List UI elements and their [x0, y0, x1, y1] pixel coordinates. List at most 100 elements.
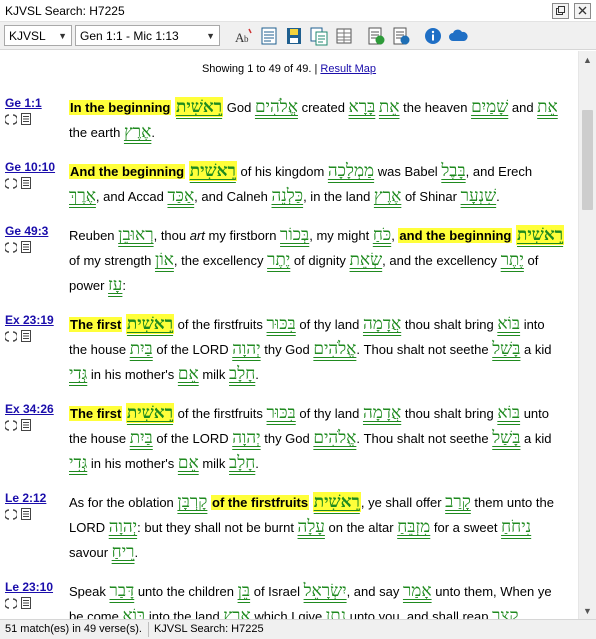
hebrew-word[interactable]: אֶרֶץ — [374, 186, 401, 206]
parallel-icon[interactable] — [5, 508, 17, 520]
hebrew-word[interactable]: בַּיִת — [130, 339, 153, 359]
hebrew-word[interactable]: נִיחֹחַ — [501, 517, 531, 537]
hebrew-word[interactable]: נָתַן — [326, 606, 346, 619]
hebrew-word[interactable]: אַכַּד — [167, 186, 194, 206]
verse-ref-link[interactable]: Le 23:10 — [5, 580, 53, 594]
verse-ref-link[interactable]: Ex 34:26 — [5, 402, 54, 416]
hebrew-word[interactable]: קָצַר — [492, 606, 518, 619]
hebrew-word[interactable]: דָּבַר — [109, 581, 134, 601]
hebrew-word[interactable]: בָּבֶל — [441, 161, 465, 181]
notes-icon[interactable] — [21, 241, 31, 253]
hebrew-word[interactable]: בּוֹא — [122, 606, 145, 619]
scroll-up-icon[interactable]: ▲ — [579, 51, 596, 68]
hebrew-word[interactable]: שָׁמַיִם — [471, 97, 508, 117]
hebrew-word[interactable]: יְהוָה — [109, 517, 137, 537]
scroll-thumb[interactable] — [582, 110, 593, 210]
hebrew-word[interactable]: קָרְבָּן — [177, 492, 207, 512]
hebrew-word[interactable]: יְהוָה — [232, 428, 260, 448]
hebrew-word[interactable]: חָלָב — [229, 364, 255, 384]
hebrew-word[interactable]: בּוֹא — [497, 403, 520, 423]
vertical-scrollbar[interactable]: ▲ ▼ — [578, 51, 596, 619]
hebrew-word[interactable]: אָמַר — [403, 581, 432, 601]
hebrew-word[interactable]: רְאוּבֵן — [118, 225, 153, 245]
verse-ref-link[interactable]: Le 2:12 — [5, 491, 46, 505]
result-map-link[interactable]: Result Map — [320, 63, 376, 75]
hebrew-word[interactable]: בְּכוֹר — [280, 225, 309, 245]
hebrew-word[interactable]: גְּדִי — [69, 453, 87, 473]
hebrew-word[interactable]: אֵת — [379, 97, 400, 117]
hebrew-word[interactable]: עָלָה — [298, 517, 325, 537]
hebrew-word[interactable]: אֱלֹהִים — [313, 428, 356, 448]
hebrew-word[interactable]: אֱלֹהִים — [255, 97, 298, 117]
hebrew-word[interactable]: שִׁנְעָר — [461, 186, 497, 206]
verse-ref-link[interactable]: Ge 49:3 — [5, 224, 48, 238]
hebrew-word[interactable]: בִּכּוּר — [267, 314, 296, 334]
hebrew-word-highlight[interactable]: רֵאשִׁית — [125, 403, 175, 423]
hebrew-word[interactable]: יְהוָה — [232, 339, 260, 359]
save-button[interactable] — [283, 25, 305, 47]
hebrew-word[interactable]: בָּשַׁל — [492, 428, 520, 448]
hebrew-word[interactable]: אֶרֶךְ — [69, 186, 96, 206]
hebrew-word-highlight[interactable]: רֵאשִׁית — [515, 225, 565, 245]
parallel-icon[interactable] — [5, 241, 17, 253]
hebrew-word[interactable]: יֶתֶר — [267, 250, 290, 270]
hebrew-word[interactable]: אֶרֶץ — [223, 606, 250, 619]
notes-icon[interactable] — [21, 330, 31, 342]
restore-window-button[interactable] — [552, 2, 569, 19]
verse-range-button[interactable] — [390, 25, 412, 47]
copy-button[interactable] — [308, 25, 330, 47]
hebrew-word[interactable]: אֲדָמָה — [363, 403, 401, 423]
hebrew-word[interactable]: שְׂאֵת — [350, 250, 383, 270]
hebrew-word[interactable]: בַּיִת — [130, 428, 153, 448]
hebrew-word[interactable]: כַּלְנֵה — [272, 186, 304, 206]
parallel-icon[interactable] — [5, 330, 17, 342]
parallel-icon[interactable] — [5, 177, 17, 189]
export-button[interactable] — [258, 25, 280, 47]
hebrew-word[interactable]: בּוֹא — [497, 314, 520, 334]
hebrew-word[interactable]: בָּשַׁל — [492, 339, 520, 359]
hebrew-word[interactable]: רֵיחַ — [112, 542, 135, 562]
hebrew-word[interactable]: יֶתֶר — [501, 250, 524, 270]
hebrew-word[interactable]: בָּרָא — [349, 97, 376, 117]
range-select[interactable]: Gen 1:1 - Mic 1:13 ▼ — [75, 25, 220, 46]
notes-icon[interactable] — [21, 597, 31, 609]
notes-icon[interactable] — [21, 113, 31, 125]
hebrew-word[interactable]: אֵם — [178, 453, 199, 473]
hebrew-word-highlight[interactable]: רֵאשִׁית — [188, 161, 237, 181]
hebrew-word[interactable]: אוֹן — [155, 250, 174, 270]
close-window-button[interactable] — [574, 2, 591, 19]
verse-ref-link[interactable]: Ge 10:10 — [5, 160, 55, 174]
hebrew-word-highlight[interactable]: רֵאשִׁית — [175, 97, 224, 117]
notes-icon[interactable] — [21, 419, 31, 431]
hebrew-word[interactable]: מַמְלָכָה — [328, 161, 374, 181]
info-button[interactable] — [422, 25, 444, 47]
hebrew-word[interactable]: חָלָב — [229, 453, 255, 473]
hebrew-word[interactable]: יִשְׂרָאֵל — [304, 581, 347, 601]
hebrew-word-highlight[interactable]: רֵאשִׁית — [125, 314, 175, 334]
notes-icon[interactable] — [21, 508, 31, 520]
layout-button[interactable] — [333, 25, 355, 47]
verse-ref-link[interactable]: Ge 1:1 — [5, 96, 42, 110]
hebrew-word[interactable]: גְּדִי — [69, 364, 87, 384]
hebrew-word[interactable]: כֹּחַ — [373, 225, 391, 245]
version-select[interactable]: KJVSL ▼ — [4, 25, 72, 46]
hebrew-word-highlight[interactable]: רֵאשִׁית — [312, 492, 361, 512]
hebrew-word[interactable]: אֱלֹהִים — [313, 339, 356, 359]
hebrew-word[interactable]: עָז — [108, 275, 122, 295]
hebrew-word[interactable]: אֶרֶץ — [124, 122, 151, 142]
font-size-button[interactable]: Ab — [233, 25, 255, 47]
verse-ref-link[interactable]: Ex 23:19 — [5, 313, 54, 327]
hebrew-word[interactable]: מִזְבֵּחַ — [397, 517, 430, 537]
parallel-icon[interactable] — [5, 113, 17, 125]
hebrew-word[interactable]: אֵם — [178, 364, 199, 384]
verse-list-button[interactable] — [365, 25, 387, 47]
hebrew-word[interactable]: אֲדָמָה — [363, 314, 401, 334]
hebrew-word[interactable]: בִּכּוּר — [267, 403, 296, 423]
hebrew-word[interactable]: בֵּן — [238, 581, 251, 601]
results-pane[interactable]: Showing 1 to 49 of 49. | Result Map Ge 1… — [0, 51, 578, 619]
hebrew-word[interactable]: קָרַב — [445, 492, 471, 512]
scroll-down-icon[interactable]: ▼ — [579, 602, 596, 619]
hebrew-word[interactable]: אֵת — [537, 97, 558, 117]
parallel-icon[interactable] — [5, 419, 17, 431]
cloud-button[interactable] — [447, 25, 469, 47]
